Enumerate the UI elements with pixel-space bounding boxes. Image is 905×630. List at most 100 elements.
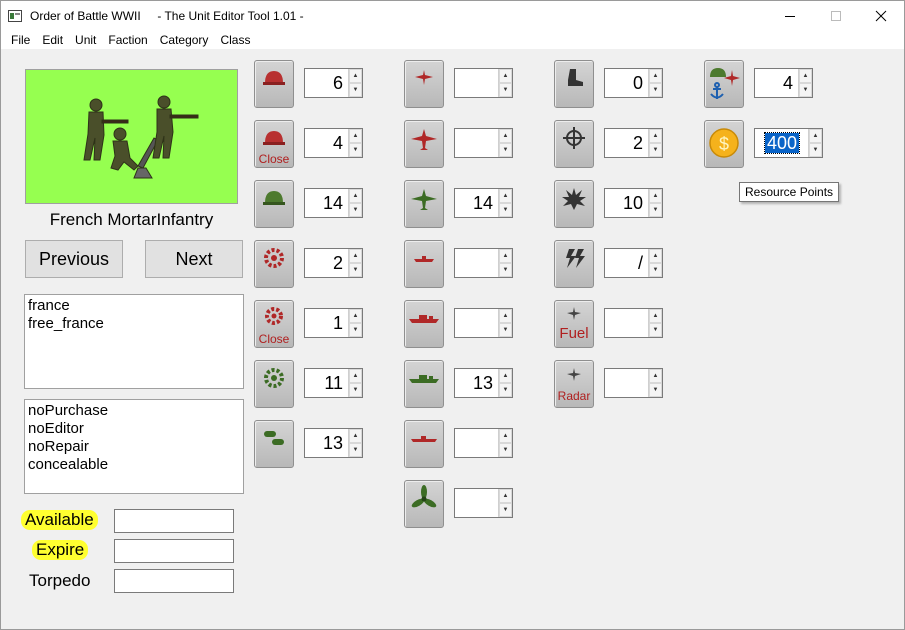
list-item[interactable]: noRepair (28, 438, 240, 456)
naval-defense-button[interactable] (404, 360, 444, 408)
next-button[interactable]: Next (145, 240, 243, 278)
spin-down-arrow-icon[interactable]: ▼ (349, 83, 362, 97)
spin-down-arrow-icon[interactable]: ▼ (349, 383, 362, 397)
list-item[interactable]: noEditor (28, 420, 240, 438)
soft-attack-spinner[interactable]: 6 ▲ ▼ (304, 68, 363, 98)
spin-down-arrow-icon[interactable]: ▼ (499, 443, 512, 457)
fuel-spinner[interactable]: ▲ ▼ (604, 308, 663, 338)
spin-up-arrow-icon[interactable]: ▲ (649, 249, 662, 263)
previous-button[interactable]: Previous (25, 240, 123, 278)
menu-unit[interactable]: Unit (69, 31, 102, 49)
spin-up-arrow-icon[interactable]: ▲ (499, 369, 512, 383)
menu-category[interactable]: Category (154, 31, 215, 49)
spin-up-arrow-icon[interactable]: ▲ (499, 489, 512, 503)
air-attack-2-spinner[interactable]: ▲ ▼ (454, 128, 513, 158)
menu-file[interactable]: File (5, 31, 36, 49)
menu-class[interactable]: Class (214, 31, 256, 49)
air-defense-spinner[interactable]: 14 ▲ ▼ (454, 188, 513, 218)
spin-up-arrow-icon[interactable]: ▲ (649, 189, 662, 203)
naval-attack-2-button[interactable] (404, 300, 444, 348)
title-bar[interactable]: Order of Battle WWII - The Unit Editor T… (1, 1, 904, 31)
spin-down-arrow-icon[interactable]: ▼ (499, 323, 512, 337)
hard-defense-spinner[interactable]: 11 ▲ ▼ (304, 368, 363, 398)
list-item[interactable]: france (28, 297, 240, 315)
spin-down-arrow-icon[interactable]: ▼ (649, 83, 662, 97)
submarine-attack-spinner[interactable]: ▲ ▼ (454, 428, 513, 458)
spin-down-arrow-icon[interactable]: ▼ (499, 83, 512, 97)
naval-attack-spinner[interactable]: ▲ ▼ (454, 248, 513, 278)
spin-up-arrow-icon[interactable]: ▲ (349, 309, 362, 323)
ammo-spinner[interactable]: 13 ▲ ▼ (304, 428, 363, 458)
spin-up-arrow-icon[interactable]: ▲ (649, 369, 662, 383)
maximize-button[interactable] (813, 1, 859, 31)
hard-attack-button[interactable] (254, 240, 294, 288)
soft-defense-button[interactable] (254, 180, 294, 228)
special-spinner[interactable]: / ▲ ▼ (604, 248, 663, 278)
naval-attack-2-spinner[interactable]: ▲ ▼ (454, 308, 513, 338)
resource-points-button[interactable]: $ (704, 120, 744, 168)
spin-up-arrow-icon[interactable]: ▲ (349, 189, 362, 203)
spin-down-arrow-icon[interactable]: ▼ (499, 263, 512, 277)
spin-up-arrow-icon[interactable]: ▲ (349, 249, 362, 263)
minimize-button[interactable] (767, 1, 813, 31)
spin-up-arrow-icon[interactable]: ▲ (349, 429, 362, 443)
spin-down-arrow-icon[interactable]: ▼ (499, 503, 512, 517)
spin-up-arrow-icon[interactable]: ▲ (499, 429, 512, 443)
initiative-button[interactable] (554, 180, 594, 228)
spin-up-arrow-icon[interactable]: ▲ (349, 129, 362, 143)
close-hard-attack-button[interactable]: Close (254, 300, 294, 348)
spin-down-arrow-icon[interactable]: ▼ (349, 263, 362, 277)
torpedo-field[interactable] (114, 569, 234, 593)
hard-attack-spinner[interactable]: 2 ▲ ▼ (304, 248, 363, 278)
spin-down-arrow-icon[interactable]: ▼ (349, 203, 362, 217)
expire-field[interactable] (114, 539, 234, 563)
range-button[interactable] (554, 120, 594, 168)
spin-down-arrow-icon[interactable]: ▼ (499, 203, 512, 217)
spin-up-arrow-icon[interactable]: ▲ (649, 129, 662, 143)
spin-up-arrow-icon[interactable]: ▲ (799, 69, 812, 83)
air-attack-spinner[interactable]: ▲ ▼ (454, 68, 513, 98)
close-soft-attack-spinner[interactable]: 4 ▲ ▼ (304, 128, 363, 158)
resource-points-spinner[interactable]: 400 ▲ ▼ (754, 128, 823, 158)
air-attack-2-button[interactable] (404, 120, 444, 168)
resource-points-value[interactable]: 400 (763, 132, 801, 154)
naval-defense-spinner[interactable]: 13 ▲ ▼ (454, 368, 513, 398)
spin-up-arrow-icon[interactable]: ▲ (649, 69, 662, 83)
submarine-attack-button[interactable] (404, 420, 444, 468)
spin-down-arrow-icon[interactable]: ▼ (799, 83, 812, 97)
movement-button[interactable] (554, 60, 594, 108)
movement-spinner[interactable]: 0 ▲ ▼ (604, 68, 663, 98)
spin-down-arrow-icon[interactable]: ▼ (809, 143, 822, 157)
spin-down-arrow-icon[interactable]: ▼ (349, 443, 362, 457)
soft-attack-button[interactable] (254, 60, 294, 108)
spin-down-arrow-icon[interactable]: ▼ (649, 383, 662, 397)
spin-up-arrow-icon[interactable]: ▲ (349, 69, 362, 83)
spin-down-arrow-icon[interactable]: ▼ (649, 143, 662, 157)
flags-list[interactable]: noPurchase noEditor noRepair concealable (24, 399, 244, 494)
spin-down-arrow-icon[interactable]: ▼ (649, 323, 662, 337)
close-hard-attack-spinner[interactable]: 1 ▲ ▼ (304, 308, 363, 338)
initiative-spinner[interactable]: 10 ▲ ▼ (604, 188, 663, 218)
spin-up-arrow-icon[interactable]: ▲ (809, 129, 822, 143)
hard-defense-button[interactable] (254, 360, 294, 408)
menu-faction[interactable]: Faction (102, 31, 153, 49)
spin-up-arrow-icon[interactable]: ▲ (649, 309, 662, 323)
transport-button[interactable] (704, 60, 744, 108)
list-item[interactable]: concealable (28, 456, 240, 474)
close-soft-attack-button[interactable]: Close (254, 120, 294, 168)
air-attack-button[interactable] (404, 60, 444, 108)
transport-spinner[interactable]: 4 ▲ ▼ (754, 68, 813, 98)
spin-down-arrow-icon[interactable]: ▼ (349, 143, 362, 157)
air-defense-button[interactable] (404, 180, 444, 228)
spin-down-arrow-icon[interactable]: ▼ (649, 263, 662, 277)
naval-attack-button[interactable] (404, 240, 444, 288)
ammo-button[interactable] (254, 420, 294, 468)
faction-list[interactable]: france free_france (24, 294, 244, 389)
spin-down-arrow-icon[interactable]: ▼ (349, 323, 362, 337)
soft-defense-spinner[interactable]: 14 ▲ ▼ (304, 188, 363, 218)
range-spinner[interactable]: 2 ▲ ▼ (604, 128, 663, 158)
spin-up-arrow-icon[interactable]: ▲ (499, 189, 512, 203)
available-field[interactable] (114, 509, 234, 533)
spin-up-arrow-icon[interactable]: ▲ (499, 249, 512, 263)
radar-spinner[interactable]: ▲ ▼ (604, 368, 663, 398)
